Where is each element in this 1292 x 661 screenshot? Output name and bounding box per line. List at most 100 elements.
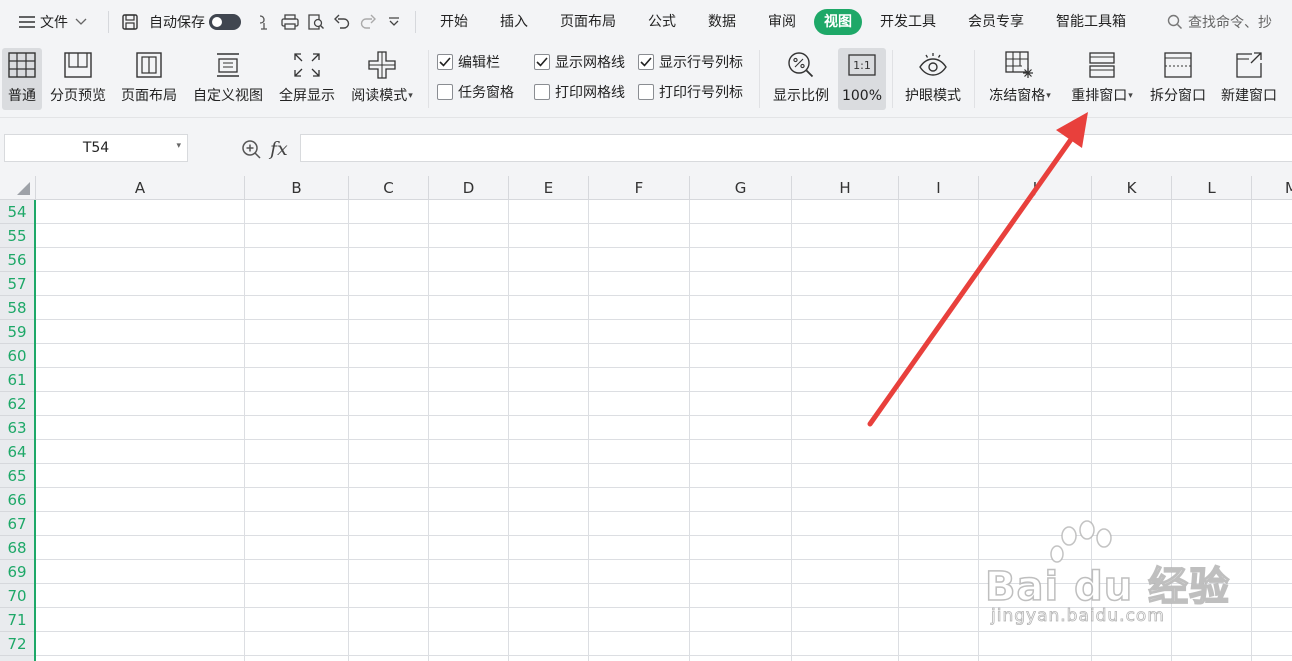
column-gridline (689, 200, 690, 661)
column-header[interactable]: I (899, 176, 979, 200)
name-box[interactable]: T54 ▾ (4, 134, 188, 162)
checkbox-unchecked-icon[interactable] (638, 84, 654, 100)
show-gridlines-checkbox[interactable]: 显示网格线 (534, 52, 625, 72)
redo-icon[interactable] (357, 11, 379, 33)
print-gridlines-checkbox[interactable]: 打印网格线 (534, 82, 625, 102)
row-gridline (36, 631, 1292, 632)
reading-mode-button[interactable]: 阅读模式▾ (346, 48, 418, 110)
tab-member[interactable]: 会员专享 (954, 9, 1038, 35)
select-all-corner[interactable] (0, 176, 36, 200)
tab-formulas[interactable]: 公式 (634, 9, 690, 35)
checkbox-checked-icon[interactable] (437, 54, 453, 70)
normal-view-button[interactable]: 普通 (2, 48, 42, 110)
tab-data[interactable]: 数据 (694, 9, 750, 35)
name-box-dropdown-icon[interactable]: ▾ (176, 141, 181, 151)
row-header[interactable]: 56 (0, 248, 34, 272)
column-header[interactable]: D (429, 176, 509, 200)
column-header[interactable]: E (509, 176, 589, 200)
row-header[interactable]: 58 (0, 296, 34, 320)
print-headings-checkbox[interactable]: 打印行号列标 (638, 82, 743, 102)
column-header[interactable]: K (1092, 176, 1172, 200)
cell-area[interactable] (36, 200, 1292, 661)
search-placeholder: 查找命令、抄 (1188, 15, 1272, 31)
autosave-switch[interactable] (209, 14, 241, 30)
eye-protection-button[interactable]: 护眼模式 (900, 48, 966, 110)
tab-developer[interactable]: 开发工具 (866, 9, 950, 35)
row-header[interactable]: 62 (0, 392, 34, 416)
row-header[interactable]: 63 (0, 416, 34, 440)
new-window-button[interactable]: 新建窗口 (1216, 48, 1282, 110)
page-break-preview-button[interactable]: 分页预览 (46, 48, 110, 110)
row-header[interactable]: 60 (0, 344, 34, 368)
row-header[interactable]: 59 (0, 320, 34, 344)
tab-insert[interactable]: 插入 (486, 9, 542, 35)
column-header[interactable]: F (589, 176, 690, 200)
checkbox-checked-icon[interactable] (638, 54, 654, 70)
row-header[interactable]: 61 (0, 368, 34, 392)
full-screen-button[interactable]: 全屏显示 (275, 48, 339, 110)
row-header[interactable]: 57 (0, 272, 34, 296)
print-preview-icon[interactable] (305, 11, 327, 33)
format-painter-icon[interactable] (253, 11, 275, 33)
row-header[interactable]: 55 (0, 224, 34, 248)
caret-down-icon[interactable]: ▾ (1128, 91, 1133, 101)
row-header[interactable]: 64 (0, 440, 34, 464)
print-icon[interactable] (279, 11, 301, 33)
column-header[interactable]: M (1252, 176, 1292, 200)
arrange-windows-icon (1087, 48, 1117, 82)
zoom-in-icon[interactable] (241, 139, 263, 165)
column-header[interactable]: H (792, 176, 899, 200)
caret-down-icon[interactable]: ▾ (1046, 91, 1051, 101)
row-gridline (36, 319, 1292, 320)
arrange-windows-button[interactable]: 重排窗口▾ (1064, 48, 1140, 110)
split-window-button[interactable]: 拆分窗口 (1146, 48, 1210, 110)
show-headings-checkbox[interactable]: 显示行号列标 (638, 52, 743, 72)
page-layout-view-button[interactable]: 页面布局 (117, 48, 181, 110)
tab-view[interactable]: 视图 (814, 9, 862, 35)
formula-input[interactable] (300, 134, 1292, 162)
row-headers: 54 55 56 57 58 59 60 61 62 63 64 65 66 6… (0, 200, 36, 661)
row-header[interactable]: 71 (0, 608, 34, 632)
column-header[interactable]: A (36, 176, 245, 200)
row-header[interactable]: 54 (0, 200, 34, 224)
tab-smart-toolbox[interactable]: 智能工具箱 (1042, 9, 1140, 35)
customize-toolbar-icon[interactable] (383, 11, 405, 33)
formula-bar-checkbox[interactable]: 编辑栏 (437, 52, 500, 72)
task-pane-checkbox[interactable]: 任务窗格 (437, 82, 514, 102)
row-header[interactable]: 65 (0, 464, 34, 488)
autosave-toggle[interactable]: 自动保存 (143, 7, 247, 37)
row-header[interactable]: 68 (0, 536, 34, 560)
row-header[interactable]: 67 (0, 512, 34, 536)
column-header[interactable]: B (245, 176, 349, 200)
freeze-panes-button[interactable]: 冻结窗格▾ (982, 48, 1058, 110)
page-layout-view-label: 页面布局 (121, 88, 177, 104)
caret-down-icon[interactable]: ▾ (408, 91, 413, 101)
file-menu[interactable]: 文件 (8, 7, 100, 37)
column-header[interactable]: L (1172, 176, 1252, 200)
custom-view-button[interactable]: 自定义视图 (188, 48, 268, 110)
freeze-panes-icon (1004, 48, 1036, 82)
row-header[interactable]: 69 (0, 560, 34, 584)
row-gridline (36, 295, 1292, 296)
tab-page-layout[interactable]: 页面布局 (546, 9, 630, 35)
zoom-button[interactable]: 显示比例 (768, 48, 834, 110)
column-header[interactable]: C (349, 176, 429, 200)
tab-home[interactable]: 开始 (426, 9, 482, 35)
undo-icon[interactable] (331, 11, 353, 33)
column-gridline (428, 200, 429, 661)
checkbox-checked-icon[interactable] (534, 54, 550, 70)
tab-review[interactable]: 审阅 (754, 9, 810, 35)
row-header[interactable]: 70 (0, 584, 34, 608)
command-search[interactable]: 查找命令、抄 (1162, 11, 1272, 33)
checkbox-unchecked-icon[interactable] (437, 84, 453, 100)
row-header[interactable]: 72 (0, 632, 34, 656)
row-gridline (36, 391, 1292, 392)
checkbox-unchecked-icon[interactable] (534, 84, 550, 100)
task-pane-checkbox-label: 任务窗格 (458, 85, 514, 101)
row-header[interactable]: 66 (0, 488, 34, 512)
column-header[interactable]: J (979, 176, 1092, 200)
save-icon[interactable] (119, 11, 141, 33)
column-header[interactable]: G (690, 176, 792, 200)
insert-function-icon[interactable]: fx (270, 138, 288, 160)
zoom-100-button[interactable]: 1:1 100% (838, 48, 886, 110)
